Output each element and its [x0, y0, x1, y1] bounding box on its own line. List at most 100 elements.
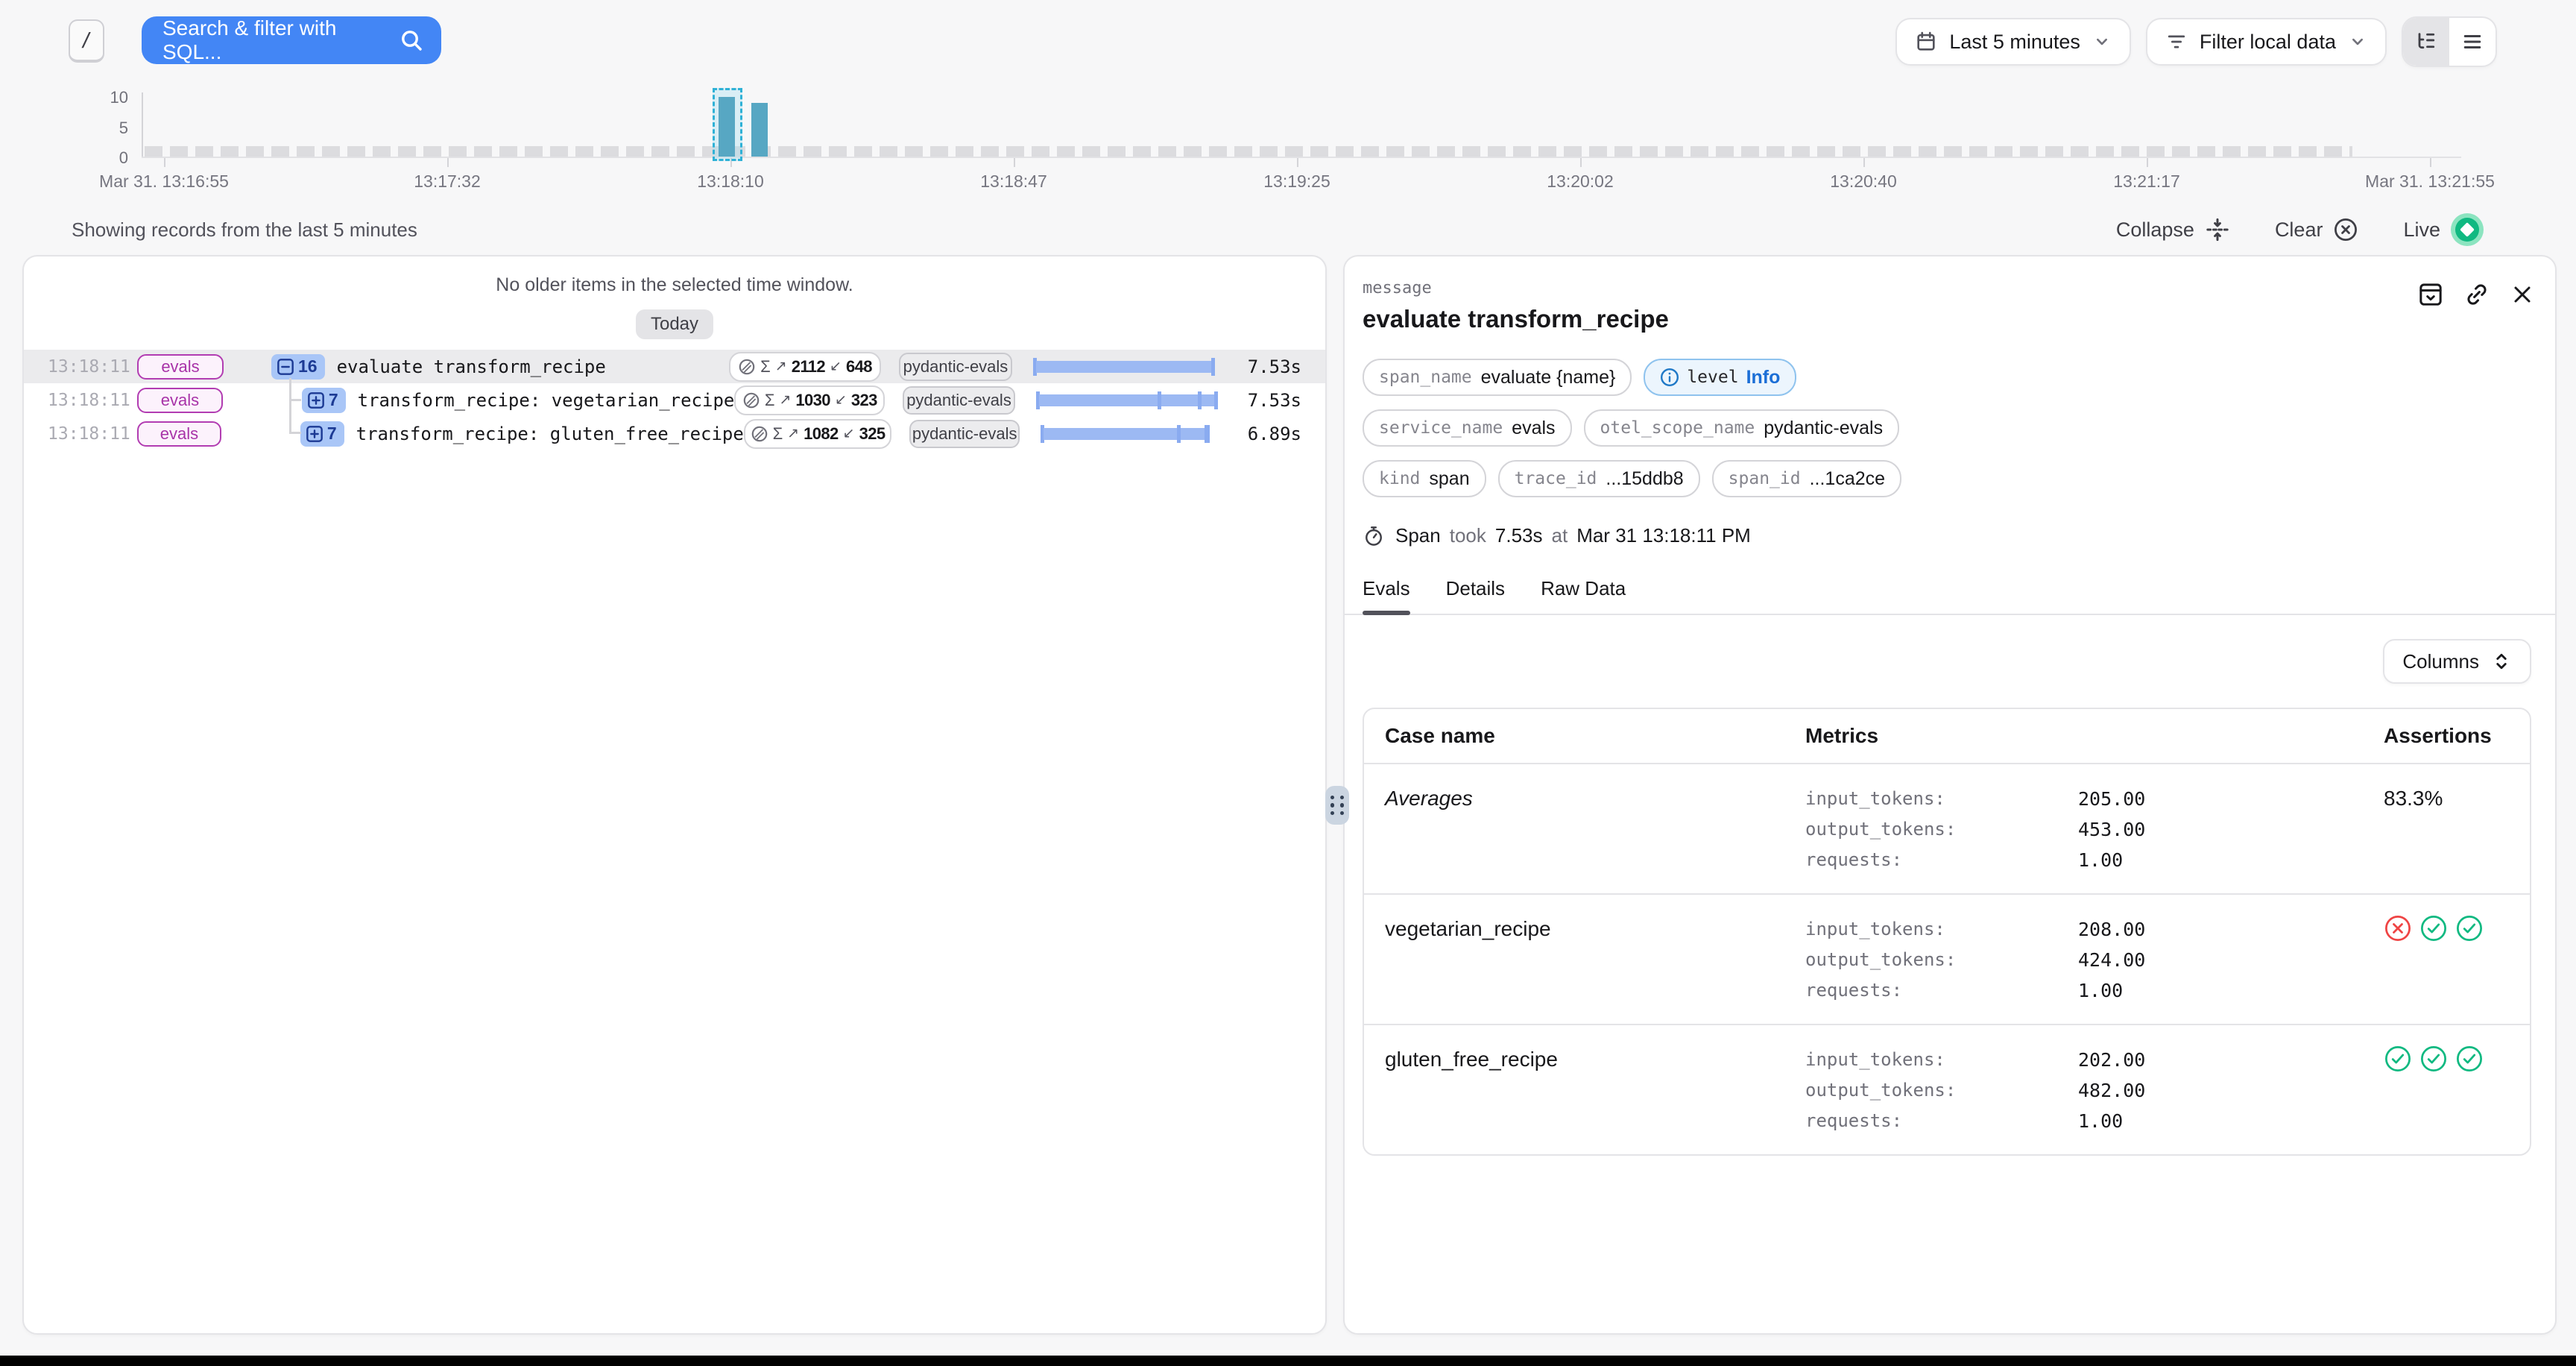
duration-bar[interactable] [1041, 425, 1217, 443]
case-name: gluten_free_recipe [1385, 1045, 1805, 1136]
x-axis-tick [1297, 158, 1298, 167]
scope-tag[interactable]: pydantic-evals [899, 353, 1012, 381]
tab-raw-data[interactable]: Raw Data [1541, 577, 1626, 614]
dock-panel-button[interactable] [2418, 282, 2443, 307]
filter-local-data-button[interactable]: Filter local data [2146, 18, 2387, 66]
filter-local-data-label: Filter local data [2200, 31, 2336, 54]
assertion-icons [2384, 1045, 2509, 1136]
histogram-bar[interactable] [719, 97, 735, 157]
duration-bar[interactable] [1033, 358, 1215, 376]
metric-line: requests:1.00 [1805, 845, 2384, 875]
evals-table-row[interactable]: Averages input_tokens:205.00output_token… [1364, 763, 2530, 893]
metrics-cell: input_tokens:202.00output_tokens:482.00r… [1805, 1045, 2384, 1136]
span-title: evaluate transform_recipe [1363, 305, 2534, 333]
expand-children-badge[interactable]: 7 [302, 388, 346, 413]
chevron-down-icon [2092, 32, 2112, 51]
live-toggle-button[interactable] [2451, 213, 2484, 246]
collapse-label: Collapse [2116, 218, 2194, 242]
trace-row[interactable]: 13:18:11 evals 7 transform_recipe: veget… [24, 383, 1325, 417]
assertion-pass-icon [2419, 1045, 2448, 1073]
duration-bar[interactable] [1036, 391, 1216, 409]
live-control: Live [2403, 213, 2484, 246]
span-message[interactable]: evaluate transform_recipe [337, 356, 606, 377]
level-pill[interactable]: levelInfo [1644, 359, 1796, 396]
tree-view-button[interactable] [2403, 18, 2449, 66]
scope-tag[interactable]: pydantic-evals [903, 386, 1014, 415]
token-usage-chip[interactable]: Σ↗1082↙325 [744, 419, 891, 449]
tree-view-icon [2415, 31, 2437, 53]
collapse-children-badge[interactable]: 16 [271, 354, 325, 380]
columns-button[interactable]: Columns [2383, 639, 2531, 684]
scope-tag[interactable]: pydantic-evals [909, 420, 1020, 448]
link-icon [2464, 282, 2490, 307]
token-usage-chip[interactable]: Σ↗1030↙323 [734, 385, 885, 415]
timeline-histogram[interactable]: 0510Mar 31. 13:16:5513:17:3213:18:1013:1… [0, 81, 2576, 197]
records-status-text: Showing records from the last 5 minutes [72, 218, 417, 242]
input-arrow-icon: ↗ [779, 391, 791, 409]
clear-button[interactable]: Clear [2275, 217, 2359, 242]
attribute-pill-trace_id[interactable]: trace_id...15ddb8 [1498, 460, 1700, 497]
y-tick-label: 0 [83, 148, 128, 168]
histogram-bar[interactable] [751, 103, 768, 157]
sum-icon: Σ [765, 391, 775, 410]
trace-row[interactable]: 13:18:11 evals 7 transform_recipe: glute… [24, 417, 1325, 450]
tab-details[interactable]: Details [1446, 577, 1505, 614]
square-minus-icon [276, 357, 295, 377]
sum-icon: Σ [773, 424, 783, 444]
trace-list-panel: No older items in the selected time wind… [22, 255, 1327, 1335]
service-badge[interactable]: evals [137, 388, 223, 413]
list-view-icon [2461, 31, 2484, 53]
status-actions: Collapse Clear Live [2116, 213, 2484, 246]
x-tick-label: 13:20:40 [1830, 171, 1897, 192]
x-axis-tick [1580, 158, 1582, 167]
evals-table-row[interactable]: vegetarian_recipe input_tokens:208.00out… [1364, 893, 2530, 1024]
tree-connector [289, 399, 301, 401]
time-range-button[interactable]: Last 5 minutes [1895, 18, 2131, 66]
live-label: Live [2403, 218, 2440, 242]
detail-tabs: Evals Details Raw Data [1345, 577, 2555, 615]
output-arrow-icon: ↙ [843, 425, 855, 442]
attribute-pill-span_name[interactable]: span_nameevaluate {name} [1363, 359, 1632, 396]
attribute-pill-span_id[interactable]: span_id...1ca2ce [1712, 460, 1901, 497]
empty-window-notice: No older items in the selected time wind… [24, 274, 1325, 296]
assertion-fail-icon [2384, 914, 2412, 942]
tab-evals[interactable]: Evals [1363, 577, 1410, 614]
panel-resize-handle[interactable] [1325, 786, 1349, 825]
span-timing-line: Span took 7.53s at Mar 31 13:18:11 PM [1345, 524, 2555, 547]
x-tick-label: 13:19:25 [1263, 171, 1330, 192]
trace-time: 13:18:11 [48, 391, 122, 410]
assertion-percentage: 83.3% [2384, 784, 2509, 875]
expand-children-badge[interactable]: 7 [300, 421, 344, 447]
timing-at-word: at [1552, 524, 1568, 547]
attribute-pill-otel_scope_name[interactable]: otel_scope_namepydantic-evals [1584, 409, 1900, 447]
collapse-button[interactable]: Collapse [2116, 217, 2230, 242]
assertion-pass-icon [2384, 1045, 2412, 1073]
search-button[interactable]: Search & filter with SQL... [142, 16, 441, 64]
slash-shortcut-keycap[interactable]: / [69, 19, 104, 63]
metrics-cell: input_tokens:208.00output_tokens:424.00r… [1805, 914, 2384, 1006]
tokens-coin-icon [742, 391, 760, 409]
attribute-pill-kind[interactable]: kindspan [1363, 460, 1486, 497]
list-view-button[interactable] [2449, 18, 2496, 66]
copy-link-button[interactable] [2464, 282, 2490, 307]
trace-row[interactable]: 13:18:11 evals 16 evaluate transform_rec… [24, 350, 1325, 383]
topbar-right-controls: Last 5 minutes Filter local data [1895, 16, 2497, 67]
evals-table-row[interactable]: gluten_free_recipe input_tokens:202.00ou… [1364, 1024, 2530, 1154]
collapse-vertical-icon [2205, 217, 2230, 242]
span-message[interactable]: transform_recipe: gluten_free_recipe [356, 424, 744, 444]
output-arrow-icon: ↙ [830, 358, 842, 375]
header-metrics: Metrics [1805, 724, 2384, 748]
service-badge[interactable]: evals [137, 354, 224, 380]
live-indicator [2455, 218, 2479, 242]
token-usage-chip[interactable]: Σ↗2112↙648 [729, 352, 881, 382]
x-tick-label: Mar 31. 13:21:55 [2365, 171, 2495, 192]
span-message[interactable]: transform_recipe: vegetarian_recipe [358, 390, 735, 411]
close-icon [2510, 283, 2534, 306]
service-badge[interactable]: evals [137, 421, 221, 447]
attribute-pill-row: kindspan trace_id...15ddb8 span_id...1ca2c… [1345, 460, 2555, 497]
close-panel-button[interactable] [2510, 282, 2534, 307]
x-axis-line [142, 157, 2461, 158]
metric-line: input_tokens:205.00 [1805, 784, 2384, 814]
attribute-pill-service_name[interactable]: service_nameevals [1363, 409, 1572, 447]
x-axis-tick [1014, 158, 1015, 167]
